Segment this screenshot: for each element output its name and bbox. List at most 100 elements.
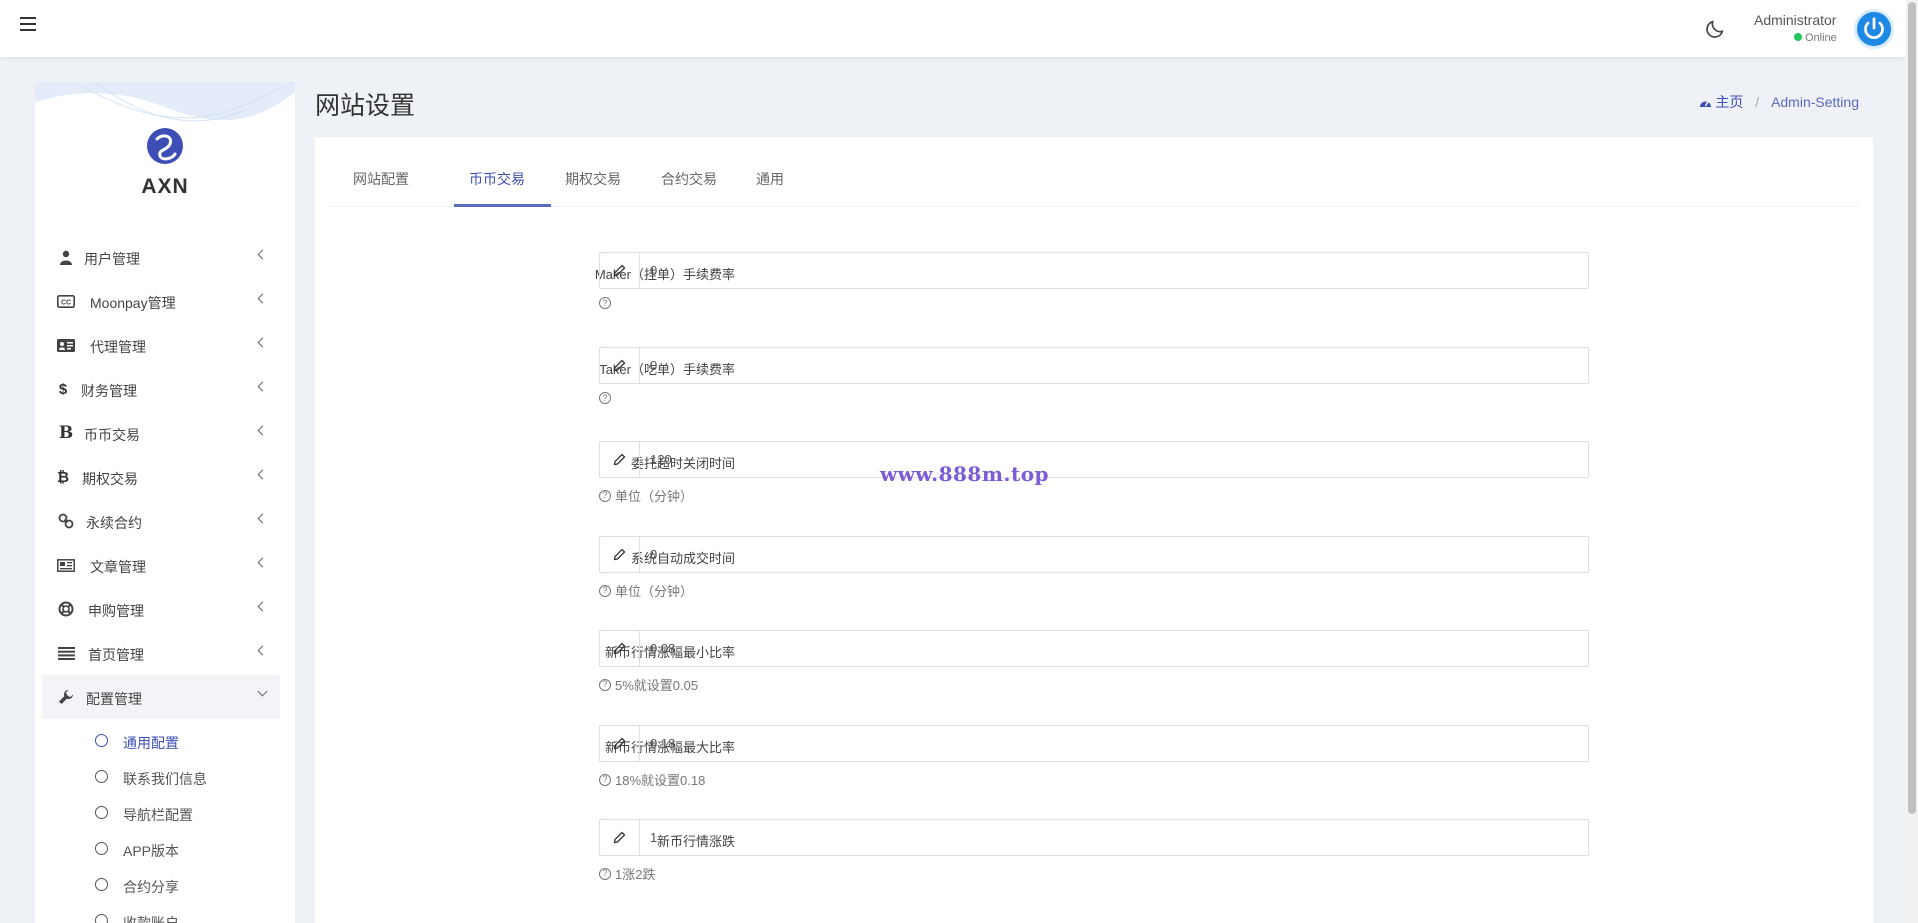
input-group bbox=[599, 441, 1589, 478]
order-timeout-input[interactable] bbox=[640, 442, 1588, 477]
chevron-left-icon bbox=[257, 645, 268, 656]
submenu-item-app-version[interactable]: APP版本 bbox=[42, 831, 280, 867]
circle-icon bbox=[95, 878, 108, 891]
life-ring-icon bbox=[57, 601, 75, 617]
breadcrumb: 主页 / Admin-Setting bbox=[1699, 92, 1859, 112]
pencil-icon bbox=[600, 820, 640, 855]
sidebar-item-perpetual[interactable]: 永续合约 bbox=[42, 499, 280, 543]
input-group bbox=[599, 630, 1589, 667]
chevron-left-icon bbox=[257, 469, 268, 480]
field-help-text: 单位（分钟） bbox=[615, 489, 694, 504]
submenu-item-payment-account[interactable]: 收款账户 bbox=[42, 903, 280, 923]
brand-name: AXN bbox=[141, 175, 189, 198]
dark-mode-moon-icon[interactable] bbox=[1704, 18, 1726, 40]
field-help-text: 18%就设置0.18 bbox=[615, 773, 706, 788]
circle-icon bbox=[95, 770, 108, 783]
submenu-item-contract-share[interactable]: 合约分享 bbox=[42, 867, 280, 903]
avatar[interactable] bbox=[1854, 9, 1894, 49]
sidebar-item-finance[interactable]: $ 财务管理 bbox=[42, 367, 280, 411]
tab-site-config[interactable]: 网站配置 bbox=[353, 169, 409, 189]
rise-fall-input[interactable] bbox=[640, 820, 1588, 855]
input-group bbox=[599, 536, 1589, 573]
active-tab-indicator bbox=[454, 204, 551, 207]
field-help: ? 5%就设置0.05 bbox=[599, 675, 698, 694]
dollar-icon: $ bbox=[58, 380, 68, 398]
question-circle-icon: ? bbox=[599, 489, 611, 502]
user-status: Online bbox=[1794, 32, 1837, 44]
taker-fee-input[interactable] bbox=[640, 348, 1588, 383]
sidebar-item-agents[interactable]: 代理管理 bbox=[42, 323, 280, 367]
field-help: ? 单位（分钟） bbox=[599, 486, 693, 505]
sidebar-item-spot-trading[interactable]: B 币币交易 bbox=[42, 411, 280, 455]
tab-spot-trading[interactable]: 币币交易 bbox=[469, 169, 525, 189]
list-icon bbox=[57, 645, 75, 661]
input-group bbox=[599, 347, 1589, 384]
user-status-text: Online bbox=[1805, 32, 1837, 44]
pencil-icon bbox=[600, 726, 640, 761]
page-scrollbar[interactable] bbox=[1906, 0, 1918, 923]
user-tie-icon bbox=[57, 249, 75, 265]
sidebar-item-label: 币币交易 bbox=[84, 427, 140, 443]
tab-contract-trading[interactable]: 合约交易 bbox=[661, 169, 717, 189]
field-help: ? bbox=[599, 392, 615, 404]
field-help-text: 单位（分钟） bbox=[615, 584, 694, 599]
max-rise-ratio-input[interactable] bbox=[640, 726, 1588, 761]
config-submenu: 通用配置 联系我们信息 导航栏配置 APP版本 合约分享 收款账户 bbox=[42, 723, 280, 923]
sidebar-item-homepage[interactable]: 首页管理 bbox=[42, 631, 280, 675]
sidebar-item-label: 首页管理 bbox=[88, 647, 144, 663]
sidebar-item-label: 永续合约 bbox=[86, 515, 142, 531]
question-circle-icon: ? bbox=[599, 392, 611, 404]
submenu-item-label: 合约分享 bbox=[123, 879, 179, 895]
sidebar-item-label: Moonpay管理 bbox=[90, 295, 176, 311]
submenu-item-navbar-config[interactable]: 导航栏配置 bbox=[42, 795, 280, 831]
sidebar-item-moonpay[interactable]: CC Moonpay管理 bbox=[42, 279, 280, 323]
question-circle-icon: ? bbox=[599, 773, 611, 786]
question-circle-icon: ? bbox=[599, 584, 611, 597]
settings-tabs: 网站配置 币币交易 期权交易 合约交易 通用 bbox=[329, 137, 1859, 207]
chevron-left-icon bbox=[257, 425, 268, 436]
menu-toggle-icon[interactable] bbox=[20, 17, 36, 31]
field-help: ? 1涨2跌 bbox=[599, 864, 655, 883]
circle-icon bbox=[95, 914, 108, 923]
breadcrumb-home-label: 主页 bbox=[1715, 94, 1744, 110]
chevron-left-icon bbox=[257, 249, 268, 260]
user-name[interactable]: Administrator bbox=[1754, 12, 1836, 28]
pencil-icon bbox=[600, 442, 640, 477]
sidebar-item-label: 文章管理 bbox=[90, 559, 146, 575]
tab-general[interactable]: 通用 bbox=[756, 169, 784, 189]
pencil-icon bbox=[600, 537, 640, 572]
submenu-item-contact-info[interactable]: 联系我们信息 bbox=[42, 759, 280, 795]
submenu-item-label: APP版本 bbox=[123, 843, 180, 859]
field-help: ? 18%就设置0.18 bbox=[599, 770, 705, 789]
sidebar-item-users[interactable]: 用户管理 bbox=[42, 235, 280, 279]
sidebar-item-options-trading[interactable]: ₿ 期权交易 bbox=[42, 455, 280, 499]
sidebar-item-label: 申购管理 bbox=[88, 603, 144, 619]
input-group bbox=[599, 725, 1589, 762]
top-navbar: Administrator Online bbox=[0, 0, 1906, 57]
auto-fill-time-input[interactable] bbox=[640, 537, 1588, 572]
submenu-item-label: 联系我们信息 bbox=[123, 771, 207, 787]
sidebar-item-label: 期权交易 bbox=[82, 471, 138, 487]
min-rise-ratio-input[interactable] bbox=[640, 631, 1588, 666]
sidebar-item-subscription[interactable]: 申购管理 bbox=[42, 587, 280, 631]
bitcoin-icon: ₿ bbox=[56, 468, 70, 486]
submenu-item-label: 通用配置 bbox=[123, 735, 179, 751]
circle-icon bbox=[95, 734, 108, 747]
tab-options-trading[interactable]: 期权交易 bbox=[565, 169, 621, 189]
settings-card: 网站配置 币币交易 期权交易 合约交易 通用 Maker（挂单）手续费率 ? T… bbox=[315, 137, 1873, 923]
chevron-left-icon bbox=[257, 381, 268, 392]
newspaper-icon bbox=[57, 557, 75, 573]
field-help-text: 5%就设置0.05 bbox=[615, 678, 699, 693]
sidebar-item-config[interactable]: 配置管理 bbox=[42, 675, 280, 719]
submenu-item-general-config[interactable]: 通用配置 bbox=[42, 723, 280, 759]
scrollbar-thumb[interactable] bbox=[1908, 2, 1916, 814]
sidebar-item-articles[interactable]: 文章管理 bbox=[42, 543, 280, 587]
pencil-icon bbox=[600, 631, 640, 666]
maker-fee-input[interactable] bbox=[640, 253, 1588, 288]
sidebar-menu: 用户管理 CC Moonpay管理 代理管理 $ 财务管理 B 币币交易 ₿ 期… bbox=[42, 235, 280, 923]
circle-icon bbox=[95, 806, 108, 819]
question-circle-icon: ? bbox=[599, 678, 611, 691]
chevron-down-icon bbox=[257, 686, 268, 697]
breadcrumb-home-link[interactable]: 主页 bbox=[1699, 94, 1748, 110]
sidebar: AXN 用户管理 CC Moonpay管理 代理管理 $ 财务管理 B 币币交易… bbox=[35, 82, 295, 923]
